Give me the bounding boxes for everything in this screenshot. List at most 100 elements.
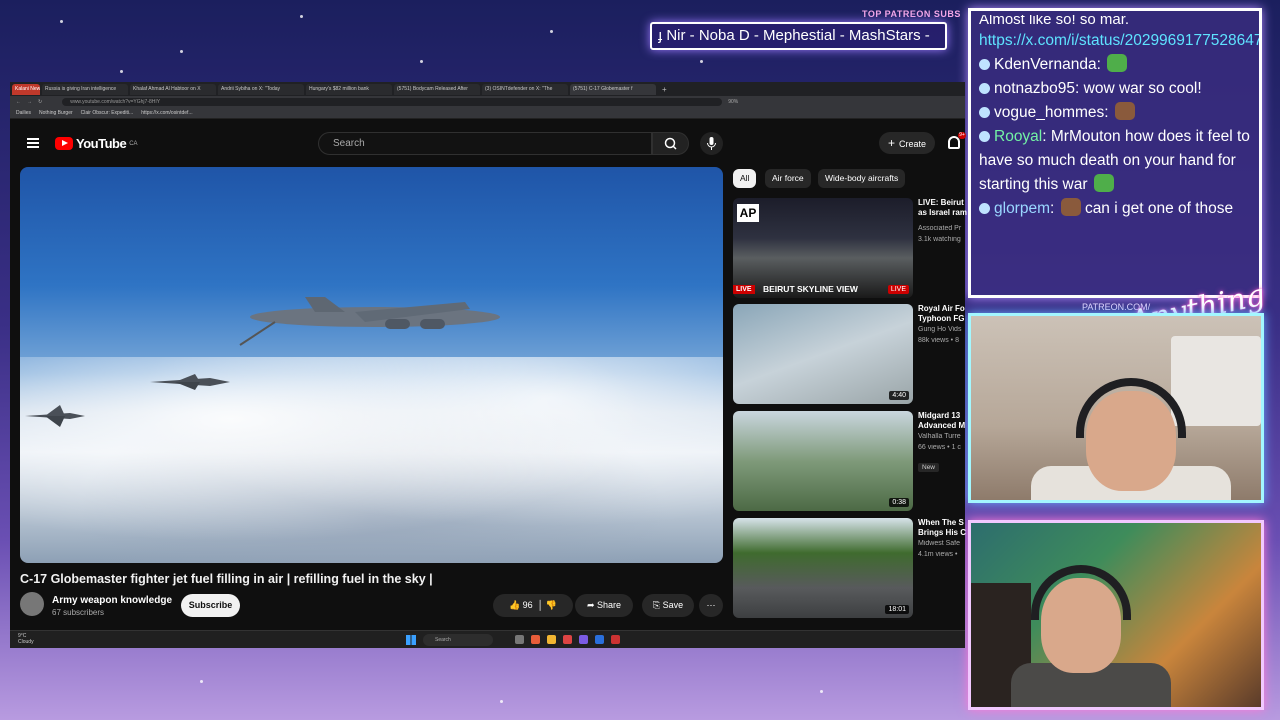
- subscribe-button[interactable]: Subscribe: [181, 594, 240, 617]
- pepe-emote-icon: [1093, 174, 1114, 192]
- browser-tab[interactable]: (3) OSINTdefender on X: "The: [482, 83, 568, 95]
- plus-icon: +: [888, 136, 896, 150]
- new-badge: New: [918, 463, 940, 472]
- zoom-level[interactable]: 90%: [728, 99, 738, 105]
- video-thumbnail[interactable]: 18:01: [733, 518, 913, 618]
- browser-tab[interactable]: Khalaf Ahmad Al Habtoor on X: [130, 83, 216, 95]
- video-thumbnail[interactable]: AP LIVE BEIRUT SKYLINE VIEW LIVE: [733, 198, 913, 298]
- browser-icon[interactable]: [531, 635, 540, 644]
- chat-badge-icon: [979, 59, 990, 70]
- webcam-bottom: [968, 520, 1264, 710]
- thumbs-down-icon[interactable]: 👎: [546, 600, 557, 610]
- recommendation-title: LIVE: Beirut as Israel ram: [918, 198, 967, 217]
- chip-wide-body[interactable]: Wide-body aircrafts: [818, 169, 906, 188]
- recommendation-channel: Gung Ho Vids: [918, 326, 962, 333]
- voice-search-button[interactable]: [700, 132, 723, 155]
- shelf: [1171, 336, 1261, 426]
- recommendation-title: Midgard 13 Advanced M: [918, 411, 966, 430]
- app-icon[interactable]: [563, 635, 572, 644]
- search-button[interactable]: [652, 132, 689, 155]
- video-thumbnail[interactable]: 4:40: [733, 304, 913, 404]
- chat-username: notnazbo95: [994, 80, 1076, 97]
- browser-tab[interactable]: Russia is giving Iran intelligence: [42, 83, 128, 95]
- browser-window: Kalani News Russia is giving Iran intell…: [10, 82, 967, 648]
- fighter-jet: [25, 405, 85, 427]
- chat-username: KdenVernanda: [994, 56, 1097, 73]
- browser-tab[interactable]: Hungary's $82 million bank: [306, 83, 392, 95]
- chat-message: glorpem: can i get one of those: [979, 197, 1251, 221]
- video-duration: 4:40: [889, 391, 909, 400]
- back-icon[interactable]: ←: [16, 99, 21, 105]
- steam-icon[interactable]: [595, 635, 604, 644]
- share-icon: ➦: [586, 600, 595, 610]
- channel-name[interactable]: Army weapon knowledge: [52, 595, 172, 606]
- chat-cut-line: Almost like so! so mar.: [979, 15, 1130, 25]
- chat-link[interactable]: https://x.com/i/status/20299691775286478…: [979, 32, 1259, 49]
- browser-tab[interactable]: (5751) Bodycam Released After: [394, 83, 480, 95]
- recommendation-item[interactable]: 0:38 Midgard 13 Advanced M Valhalla Turre…: [733, 411, 965, 511]
- task-view-icon[interactable]: [515, 635, 524, 644]
- new-tab-icon[interactable]: +: [662, 85, 667, 94]
- brown-emote-icon: [1060, 198, 1081, 216]
- headphones-icon: [1031, 565, 1131, 620]
- chat-message: Rooyal: MrMouton how does it feel to hav…: [979, 128, 1250, 193]
- video-duration: 18:01: [885, 605, 909, 614]
- bookmark-item[interactable]: https://x.com/osintdef...: [141, 110, 192, 116]
- browser-tab-active[interactable]: (5751) C-17 Globemaster f: [570, 83, 656, 95]
- weather-widget[interactable]: 9°C Cloudy: [18, 633, 34, 645]
- chat-message: KdenVernanda:: [979, 53, 1251, 77]
- recommendation-item[interactable]: 4:40 Royal Air Fo Typhoon FG Gung Ho Vids…: [733, 304, 965, 404]
- bookmark-item[interactable]: Clair Obscur: Expediti...: [81, 110, 134, 116]
- channel-subscribers: 67 subscribers: [52, 608, 105, 617]
- create-button[interactable]: + Create: [879, 132, 935, 154]
- save-button[interactable]: ⎘ Save: [642, 594, 694, 617]
- top-patreon-label: TOP PATREON SUBS: [862, 9, 961, 19]
- discord-icon[interactable]: [579, 635, 588, 644]
- obs-icon[interactable]: [611, 635, 620, 644]
- recommendation-channel: Associated Pr: [918, 225, 962, 232]
- like-count: 96: [522, 600, 533, 610]
- chat-username: glorpem: [994, 200, 1050, 217]
- chat-badge-icon: [979, 131, 990, 142]
- channel-avatar[interactable]: [20, 592, 44, 616]
- chip-all[interactable]: All: [733, 169, 757, 188]
- video-player[interactable]: [20, 167, 723, 563]
- region-code: CA: [129, 140, 138, 147]
- bookmarks-bar: Dailies Nothing Burger Clair Obscur: Exp…: [10, 108, 965, 119]
- file-explorer-icon[interactable]: [547, 635, 556, 644]
- bookmark-item[interactable]: Nothing Burger: [39, 110, 73, 116]
- video-thumbnail[interactable]: 0:38: [733, 411, 913, 511]
- share-label: Share: [597, 600, 622, 610]
- forward-icon[interactable]: →: [27, 99, 32, 105]
- search-input[interactable]: Search: [318, 132, 652, 155]
- thumbnail-caption: BEIRUT SKYLINE VIEW: [763, 284, 858, 294]
- thumbs-up-icon: 👍: [508, 600, 521, 610]
- recommendation-views: 88k views • 8: [918, 337, 959, 344]
- recommendation-item[interactable]: 18:01 When The S Brings His C Midwest Saf…: [733, 518, 966, 618]
- bookmark-icon: ⎘: [652, 600, 661, 610]
- reload-icon[interactable]: ↻: [38, 99, 42, 105]
- menu-icon[interactable]: [27, 138, 39, 148]
- browser-tab[interactable]: Andrii Sybiha on X: "Today: [218, 83, 304, 95]
- browser-tab[interactable]: Kalani News: [12, 83, 40, 95]
- like-button[interactable]: 👍 96 │ 👎: [493, 594, 573, 617]
- chat-username: vogue_hommes: [994, 104, 1105, 121]
- chip-air-force[interactable]: Air force: [765, 169, 811, 188]
- ap-logo: AP: [737, 204, 759, 222]
- url-field[interactable]: www.youtube.com/watch?v=YGhj7-8HIY: [62, 98, 723, 106]
- live-badge: LIVE: [887, 285, 909, 294]
- more-actions-icon[interactable]: ⋯: [699, 594, 723, 617]
- youtube-play-icon: [55, 137, 73, 150]
- share-button[interactable]: ➦ Share: [575, 594, 633, 617]
- recommendation-title: Royal Air Fo Typhoon FG: [918, 304, 965, 323]
- bookmark-item[interactable]: Dailies: [16, 110, 31, 116]
- windows-start-icon[interactable]: [406, 635, 416, 645]
- youtube-logo[interactable]: YouTube CA: [55, 136, 138, 151]
- recommendation-item[interactable]: AP LIVE BEIRUT SKYLINE VIEW LIVE LIVE: B…: [733, 198, 967, 298]
- create-label: Create: [899, 139, 927, 149]
- taskbar-search[interactable]: Search: [423, 634, 493, 646]
- chat-username: Rooyal: [994, 128, 1043, 145]
- recommendation-views: 4.1m views •: [918, 551, 958, 558]
- brown-emote-icon: [1114, 102, 1135, 120]
- address-bar: ← → ↻ www.youtube.com/watch?v=YGhj7-8HIY…: [10, 96, 965, 108]
